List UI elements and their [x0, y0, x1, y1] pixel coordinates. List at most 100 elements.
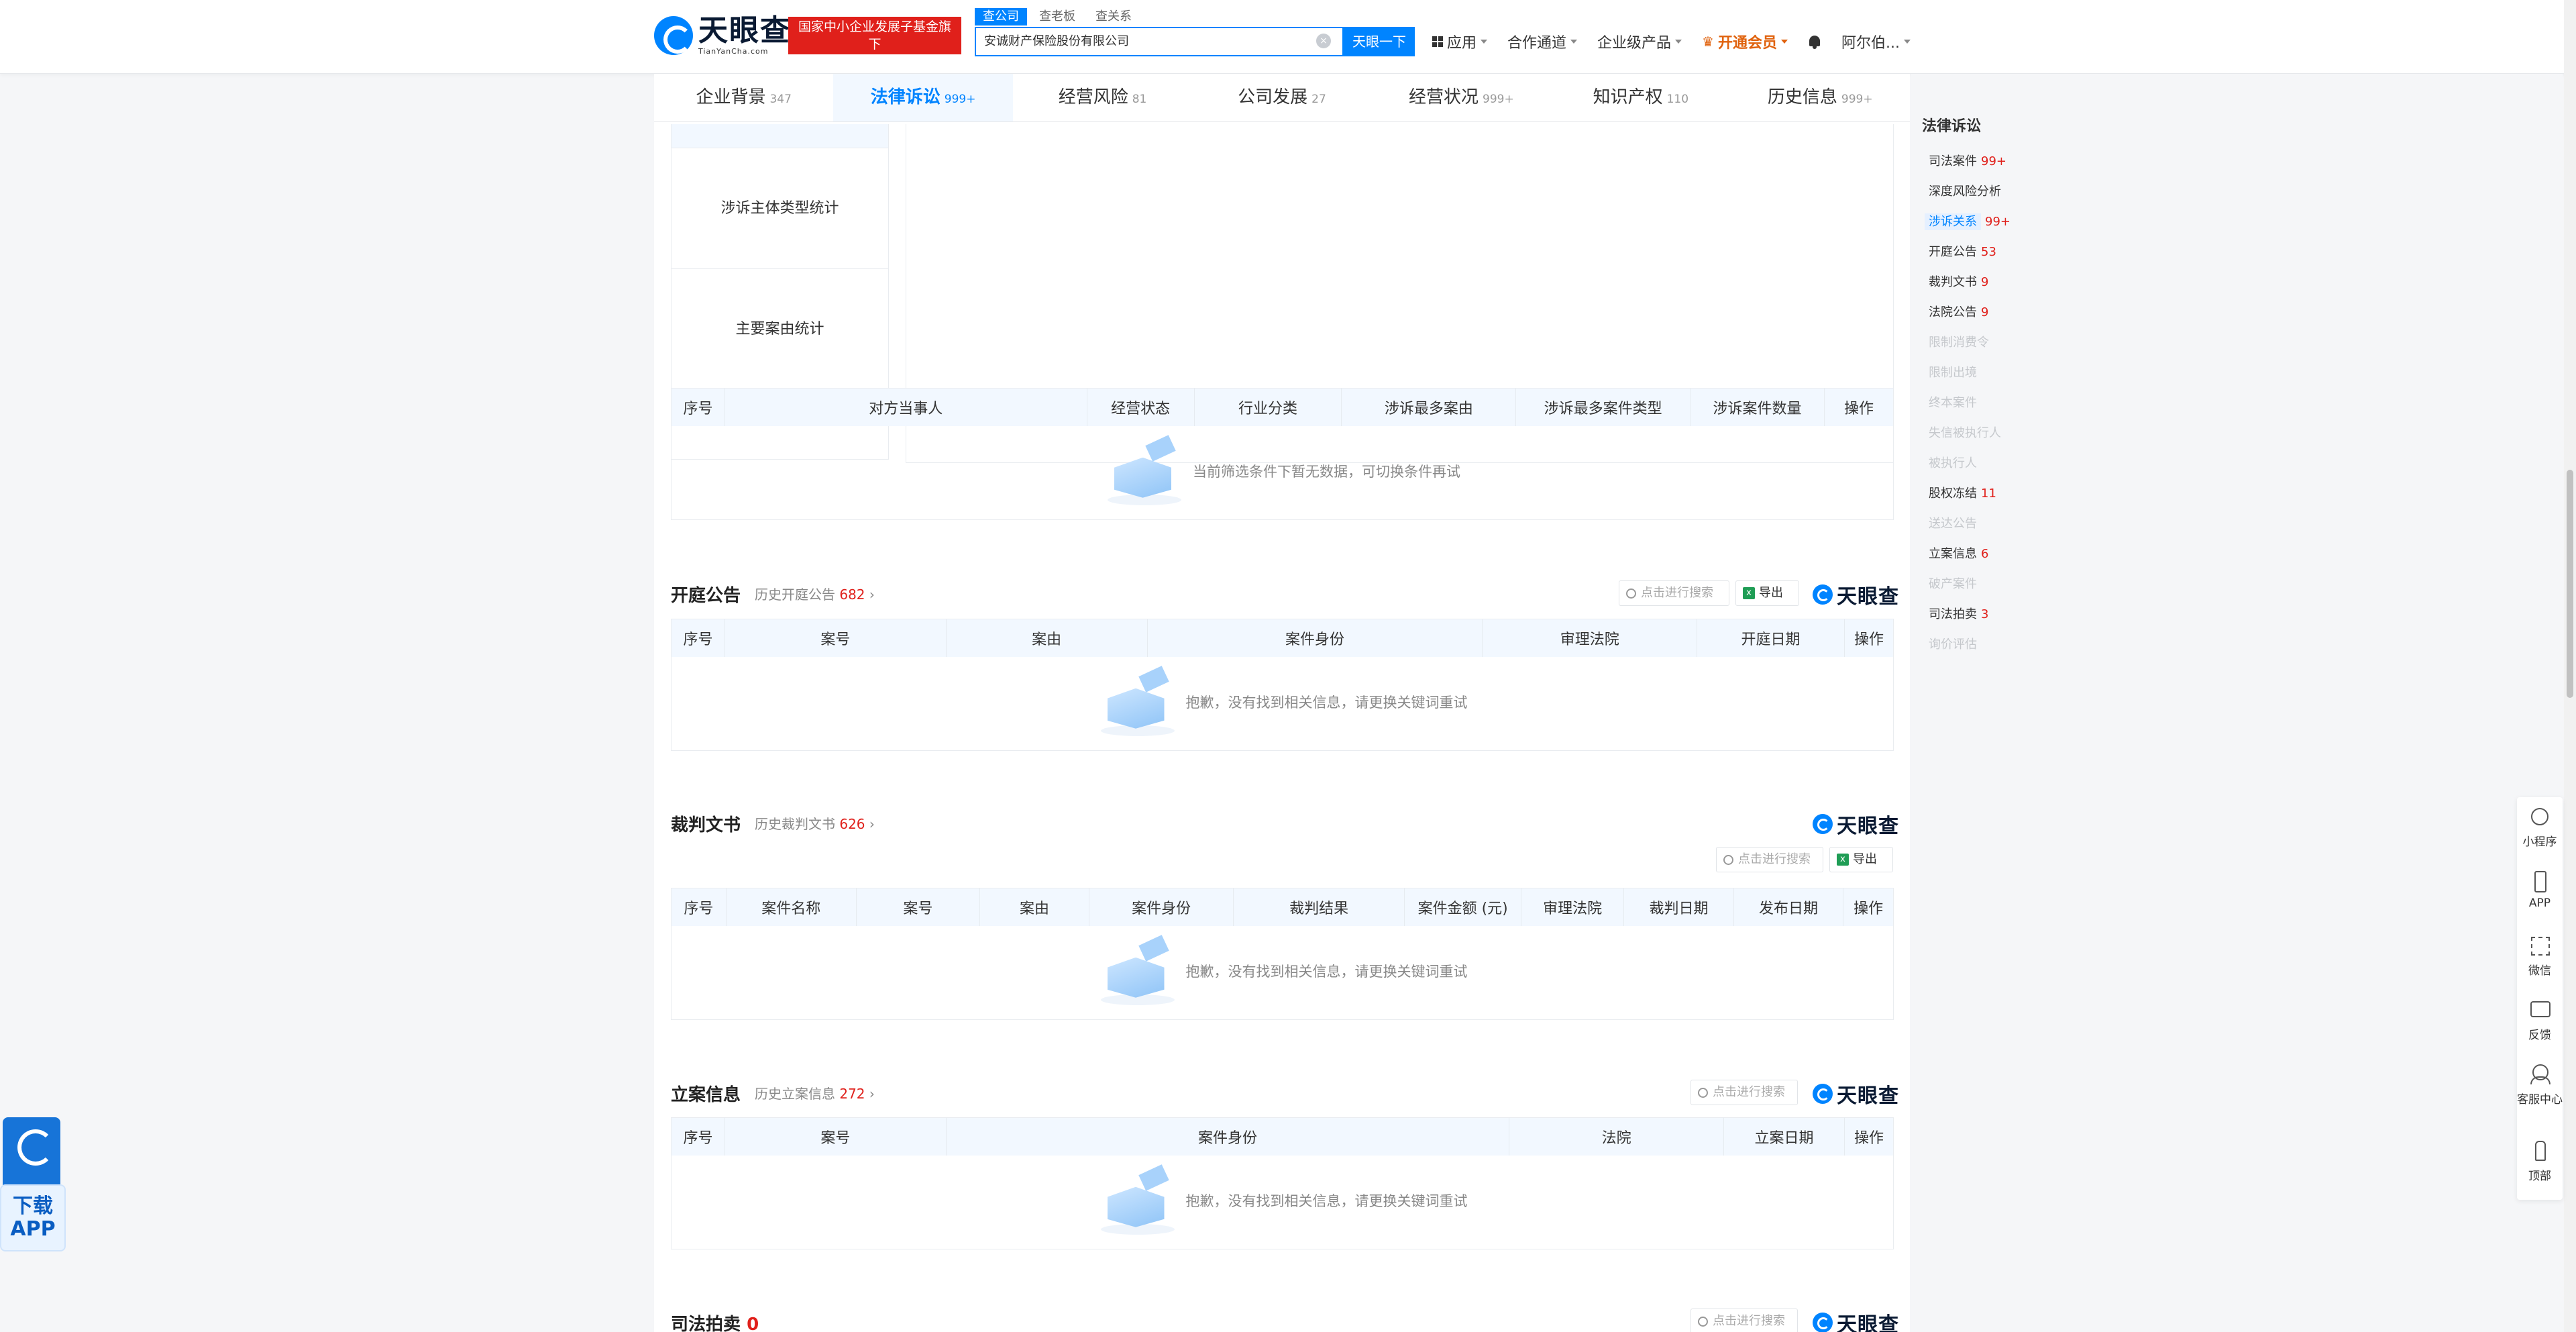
- anchor-item[interactable]: 司法拍卖 3: [1922, 603, 2029, 633]
- col-header: 立案日期: [1723, 1117, 1845, 1156]
- nav-cooperation[interactable]: 合作通道: [1507, 31, 1578, 52]
- anchor-item-active[interactable]: 涉诉关系 99+: [1922, 211, 2029, 241]
- hearing-table: 序号 案号 案由 案件身份 审理法院 开庭日期 操作 抱歉，没有找到相关信息，请…: [671, 619, 1894, 751]
- tab-ip[interactable]: 知识产权 110: [1551, 74, 1730, 121]
- anchor-item[interactable]: 立案信息 6: [1922, 543, 2029, 573]
- anchor-label: 司法案件: [1929, 154, 1977, 168]
- col-header: 行业分类: [1194, 388, 1342, 426]
- history-filing-link[interactable]: 历史立案信息 272 ›: [755, 1083, 875, 1103]
- search-input[interactable]: 点击进行搜索: [1716, 847, 1823, 872]
- export-button[interactable]: 导出: [1829, 847, 1893, 872]
- tab-search-company[interactable]: 查公司: [975, 8, 1027, 25]
- judgment-table: 序号 案件名称 案号 案由 案件身份 裁判结果 案件金额 (元) 审理法院 裁判…: [671, 888, 1894, 1020]
- export-button[interactable]: 导出: [1735, 580, 1799, 606]
- anchor-item[interactable]: 开庭公告 53: [1922, 241, 2029, 271]
- anchor-label: 送达公告: [1929, 517, 1977, 531]
- back-to-top-button[interactable]: 顶部: [2517, 1139, 2563, 1183]
- official-badge: 国家中小企业发展子基金旗下 官方备案企业征信机构: [788, 17, 961, 69]
- nav-vip[interactable]: ♛ 开通会员: [1702, 31, 1788, 52]
- col-header: 法院: [1509, 1117, 1725, 1156]
- search-input[interactable]: 点击进行搜索: [1690, 1309, 1798, 1332]
- history-label: 历史裁判文书: [755, 816, 835, 832]
- feedback-button[interactable]: 反馈: [2517, 998, 2563, 1042]
- anchor-item[interactable]: 司法案件 99+: [1922, 150, 2029, 181]
- nav-cooperation-label: 合作通道: [1507, 35, 1567, 52]
- scrollbar-thumb[interactable]: [2567, 470, 2573, 698]
- anchor-count: 9: [1981, 275, 1989, 289]
- history-count: 626: [839, 816, 865, 832]
- chevron-down-icon: [1675, 40, 1682, 44]
- empty-box-icon: [1097, 1164, 1178, 1237]
- col-header: 案由: [979, 888, 1090, 926]
- col-header: 发布日期: [1733, 888, 1844, 926]
- nav-enterprise[interactable]: 企业级产品: [1597, 31, 1682, 52]
- nav-apps[interactable]: 应用: [1432, 31, 1488, 52]
- anchor-label: 司法拍卖: [1929, 607, 1977, 621]
- col-header: 序号: [671, 1117, 725, 1156]
- wechat-button[interactable]: 微信: [2517, 934, 2563, 978]
- customer-service-button[interactable]: 客服中心: [2517, 1063, 2563, 1107]
- float-label: 反馈: [2528, 1029, 2551, 1042]
- tab-search-relation[interactable]: 查关系: [1087, 8, 1140, 25]
- anchor-item[interactable]: 裁判文书 9: [1922, 271, 2029, 301]
- anchor-count: 99+: [1985, 215, 2010, 229]
- anchor-count: 6: [1981, 547, 1989, 561]
- section-title-hearing: 开庭公告: [671, 586, 741, 606]
- app-button[interactable]: APP: [2517, 870, 2563, 910]
- crown-icon: ♛: [1702, 34, 1714, 50]
- anchor-item[interactable]: 法院公告 9: [1922, 301, 2029, 331]
- tab-operating-risk[interactable]: 经营风险 81: [1013, 74, 1192, 121]
- phone-icon: [2528, 870, 2551, 892]
- empty-state: 抱歉，没有找到相关信息，请更换关键词重试: [672, 657, 1894, 751]
- chevron-down-icon: [1903, 40, 1911, 44]
- anchor-count: 99+: [1981, 154, 2006, 168]
- stats-litigant-type[interactable]: 涉诉主体类型统计: [672, 148, 888, 269]
- col-header: 案件金额 (元): [1404, 888, 1522, 926]
- tab-business-status[interactable]: 经营状况 999+: [1372, 74, 1551, 121]
- stats-case-cause[interactable]: 主要案由统计: [672, 269, 888, 390]
- nav-user[interactable]: 阿尔伯...: [1841, 31, 1911, 52]
- page-scrollbar[interactable]: [2564, 0, 2576, 1332]
- anchor-item[interactable]: 股权冻结 11: [1922, 482, 2029, 513]
- search-button[interactable]: 天眼一下: [1344, 27, 1415, 56]
- anchor-item-disabled: 限制消费令: [1922, 331, 2029, 362]
- section-title-judgment: 裁判文书: [671, 815, 741, 835]
- download-app-badge[interactable]: 下载 APP: [0, 1117, 66, 1278]
- mini-program-button[interactable]: 小程序: [2517, 805, 2563, 849]
- apps-grid-icon: [1432, 36, 1443, 47]
- tab-history[interactable]: 历史信息 999+: [1731, 74, 1910, 121]
- empty-state: 当前筛选条件下暂无数据，可切换条件再试: [672, 426, 1894, 520]
- tab-count: 999+: [1483, 93, 1514, 106]
- main-content: 企业背景 347 法律诉讼 999+ 经营风险 81 公司发展 27 经营状况 999+ …: [654, 74, 1910, 1332]
- anchor-item-disabled: 询价评估: [1922, 633, 2029, 664]
- col-header: 序号: [671, 888, 727, 926]
- tab-label: 法律诉讼: [870, 87, 941, 107]
- search-input[interactable]: 点击进行搜索: [1690, 1080, 1798, 1105]
- search-input[interactable]: 点击进行搜索: [1619, 580, 1729, 606]
- anchor-item[interactable]: 深度风险分析: [1922, 181, 2029, 211]
- tab-label: 历史信息: [1767, 87, 1837, 107]
- empty-state: 抱歉，没有找到相关信息，请更换关键词重试: [672, 1156, 1894, 1249]
- tab-search-boss[interactable]: 查老板: [1031, 8, 1083, 25]
- col-header: 操作: [1844, 619, 1894, 657]
- brand-logo: 天眼查: [1813, 1308, 1899, 1332]
- brand-text: 天眼查: [1837, 585, 1899, 609]
- tab-label: 经营风险: [1058, 87, 1128, 107]
- stats-menu-active-cell[interactable]: [672, 124, 888, 148]
- history-hearing-link[interactable]: 历史开庭公告 682 ›: [755, 584, 875, 603]
- history-judgment-link[interactable]: 历史裁判文书 626 ›: [755, 813, 875, 833]
- clear-icon[interactable]: ×: [1316, 34, 1331, 48]
- download-line-1: 下载: [13, 1194, 53, 1218]
- history-count: 682: [839, 586, 865, 603]
- col-header: 审理法院: [1521, 888, 1625, 926]
- tab-legal[interactable]: 法律诉讼 999+: [833, 74, 1013, 121]
- logo[interactable]: 天眼查 TianYanCha.com: [654, 15, 791, 56]
- col-header: 涉诉案件数量: [1690, 388, 1825, 426]
- anchor-label: 裁判文书: [1929, 275, 1977, 289]
- bell-icon[interactable]: [1808, 34, 1821, 49]
- search-input[interactable]: 安诚财产保险股份有限公司: [975, 27, 1344, 56]
- tab-development[interactable]: 公司发展 27: [1192, 74, 1371, 121]
- dimension-tabs: 企业背景 347 法律诉讼 999+ 经营风险 81 公司发展 27 经营状况 999+ …: [654, 74, 1910, 122]
- tab-enterprise-background[interactable]: 企业背景 347: [654, 74, 833, 121]
- history-label: 历史开庭公告: [755, 586, 835, 603]
